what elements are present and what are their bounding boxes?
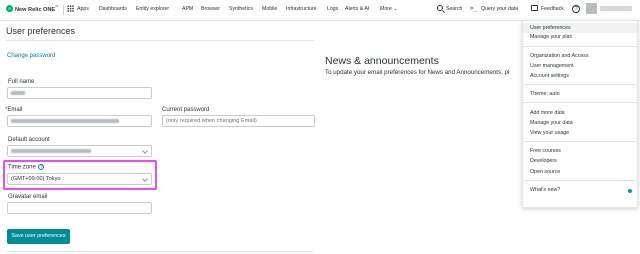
nav-logs[interactable]: Logs <box>327 6 338 12</box>
gravatar-email-label: Gravatar email <box>8 194 48 200</box>
redacted-value <box>11 148 91 153</box>
chevron-down-icon <box>142 176 148 182</box>
new-indicator-dot <box>628 189 632 193</box>
email-field[interactable] <box>7 115 152 127</box>
menu-item-manage-plan[interactable]: Manage your plan <box>530 34 572 40</box>
current-password-label: Current password <box>162 107 210 113</box>
nav-apps[interactable]: Apps <box>77 6 89 12</box>
avatar[interactable] <box>586 3 597 14</box>
search-link[interactable]: Search <box>446 6 462 12</box>
news-title: News & announcements <box>325 55 439 67</box>
time-zone-label: Time zone ? <box>8 164 45 171</box>
menu-item-add-more-data[interactable]: Add more data <box>530 110 565 116</box>
query-icon[interactable]: >_ <box>470 5 477 12</box>
nav-browser[interactable]: Browser <box>201 6 220 12</box>
account-name-redacted[interactable] <box>600 6 632 11</box>
menu-item-free-courses[interactable]: Free courses <box>530 148 561 154</box>
nav-apm[interactable]: APM <box>182 6 193 12</box>
default-account-select[interactable] <box>7 145 152 157</box>
menu-item-open-source[interactable]: Open source <box>530 169 560 175</box>
menu-item-user-management[interactable]: User management <box>530 63 574 69</box>
feedback-icon[interactable] <box>531 5 538 11</box>
nav-more[interactable]: More ⌄ <box>380 6 398 12</box>
nav-divider <box>63 5 64 15</box>
chevron-down-icon <box>142 148 148 154</box>
nav-dashboards[interactable]: Dashboards <box>99 6 127 12</box>
time-zone-select[interactable]: (GMT+09:00) Tokyo <box>7 173 152 185</box>
email-label: *Email <box>5 107 23 113</box>
default-account-label: Default account <box>8 137 50 143</box>
menu-divider <box>523 102 637 103</box>
news-description: To update your email preferences for New… <box>325 69 510 76</box>
query-your-data-link[interactable]: Query your data <box>481 6 518 12</box>
brand-name[interactable]: New Relic ONE™ <box>15 5 59 13</box>
current-password-field[interactable]: (only required when changing Email) <box>162 115 315 127</box>
menu-item-account-settings[interactable]: Account settings <box>530 73 569 79</box>
feedback-link[interactable]: Feedback <box>541 6 564 12</box>
help-icon[interactable]: ? <box>572 5 580 13</box>
title-divider <box>6 40 314 41</box>
user-menu-dropdown: User preferences Manage your plan Organi… <box>522 20 638 208</box>
full-name-field[interactable] <box>7 87 152 99</box>
menu-divider <box>523 46 637 47</box>
nav-alerts-ai[interactable]: Alerts & AI <box>345 6 369 12</box>
change-password-link[interactable]: Change password <box>7 53 55 59</box>
page-title: User preferences <box>6 26 76 36</box>
nav-infrastructure[interactable]: Infrastructure <box>286 6 317 12</box>
search-icon[interactable] <box>437 5 443 11</box>
apps-grid-icon[interactable] <box>67 5 74 12</box>
top-nav: New Relic ONE™ Apps Dashboards Entity ex… <box>0 0 640 21</box>
redacted-value <box>11 90 25 95</box>
menu-item-view-usage[interactable]: View your usage <box>530 130 569 136</box>
menu-divider <box>523 180 637 181</box>
redacted-value <box>11 118 119 123</box>
nav-mobile[interactable]: Mobile <box>262 6 277 12</box>
full-name-label: Full name <box>8 79 35 85</box>
menu-item-organization-access[interactable]: Organization and Access <box>530 53 589 59</box>
nav-synthetics[interactable]: Synthetics <box>229 6 253 12</box>
menu-divider <box>523 141 637 142</box>
menu-divider <box>523 84 637 85</box>
menu-item-manage-data[interactable]: Manage your data <box>530 120 573 126</box>
gravatar-email-field[interactable] <box>7 202 152 214</box>
nav-entity-explorer[interactable]: Entity explorer <box>136 6 169 12</box>
menu-item-developers[interactable]: Developers <box>530 158 557 164</box>
menu-item-whats-new[interactable]: What's new? <box>530 187 560 193</box>
save-user-preferences-button[interactable]: Save user preferences <box>7 229 70 244</box>
help-circle-icon[interactable]: ? <box>38 164 45 170</box>
menu-item-theme[interactable]: Theme: auto <box>530 91 560 97</box>
new-relic-logo-icon[interactable] <box>6 5 13 12</box>
menu-item-user-preferences[interactable]: User preferences <box>523 23 637 33</box>
bottom-divider <box>6 251 314 252</box>
